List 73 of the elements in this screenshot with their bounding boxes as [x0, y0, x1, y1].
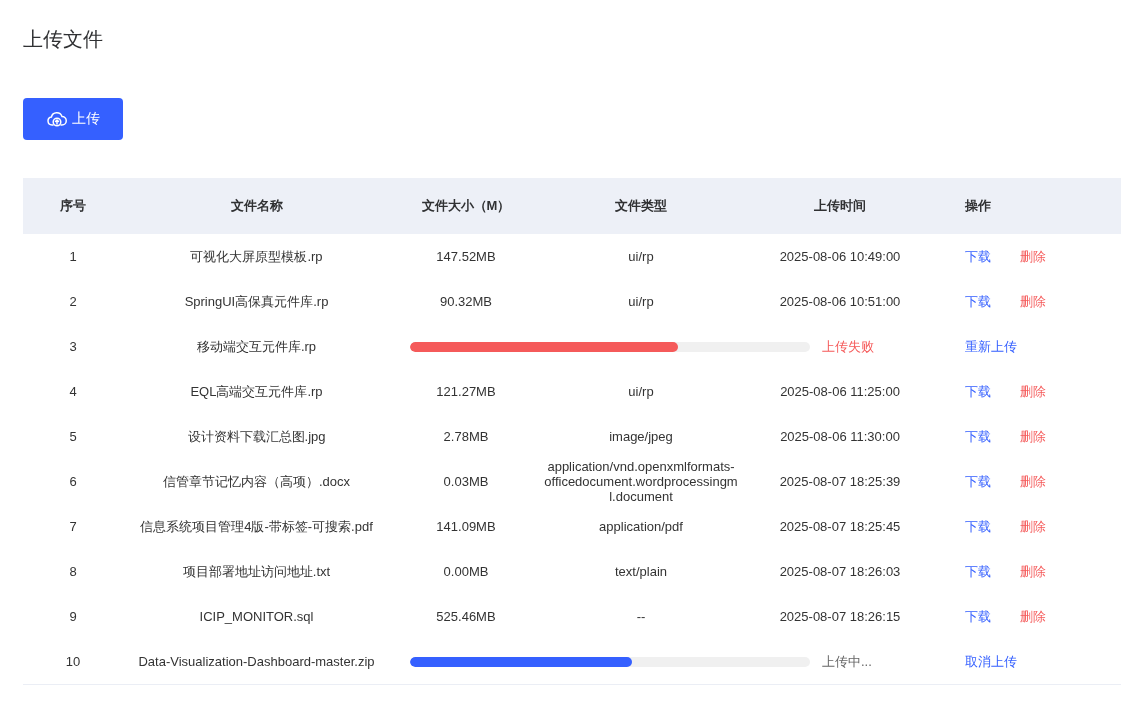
table-cell: 2025-08-06 11:25:00 — [780, 384, 900, 399]
action-link[interactable]: 下载 — [965, 472, 991, 491]
delete-link[interactable]: 删除 — [1020, 472, 1046, 491]
table-cell: 2025-08-07 18:26:03 — [779, 564, 901, 579]
table-cell: 8 — [69, 564, 77, 579]
delete-link[interactable]: 删除 — [1020, 292, 1046, 311]
column-header: 文件类型 — [615, 198, 667, 213]
table-cell: application/vnd.openxmlformats-officedocument.wordprocessingml.document — [544, 459, 738, 504]
column-header: 文件大小（M） — [421, 198, 511, 213]
table-cell: 2025-08-06 10:49:00 — [779, 249, 901, 264]
action-link[interactable]: 下载 — [965, 382, 991, 401]
action-link[interactable]: 下载 — [965, 247, 991, 266]
table-cell: 2.78MB — [443, 429, 489, 444]
table-cell: 147.52MB — [436, 249, 496, 264]
table-cell: 可视化大屏原型模板.rp — [190, 248, 323, 264]
table-cell: 信息系统项目管理4版-带标签-可搜索.pdf — [140, 518, 373, 534]
column-header: 操作 — [965, 198, 991, 213]
delete-link[interactable]: 删除 — [1020, 517, 1046, 536]
table-cell: Data-Visualization-Dashboard-master.zip — [138, 654, 375, 669]
table-cell: 5 — [69, 429, 77, 444]
table-cell: 0.03MB — [443, 474, 489, 489]
table-cell: 2025-08-06 11:30:00 — [780, 429, 900, 444]
table-cell: 项目部署地址访问地址.txt — [182, 563, 331, 579]
table-cell: 3 — [69, 339, 77, 354]
table-cell: 90.32MB — [439, 294, 492, 309]
action-link[interactable]: 下载 — [965, 607, 991, 626]
action-link[interactable]: 下载 — [965, 517, 991, 536]
table-cell: 信管章节记忆内容（高项）.docx — [162, 473, 351, 489]
table-cell: 0.00MB — [443, 564, 489, 579]
cloud-upload-icon — [46, 111, 67, 127]
upload-status: 上传中... — [822, 652, 872, 671]
table-cell: 2025-08-07 18:26:15 — [779, 609, 901, 624]
table-cell: -- — [636, 609, 646, 624]
table-cell: 10 — [65, 654, 81, 669]
action-link[interactable]: 取消上传 — [965, 652, 1017, 671]
table-cell: text/plain — [614, 564, 667, 579]
table-cell: image/jpeg — [609, 429, 673, 444]
table-cell: 4 — [69, 384, 77, 399]
table-cell: ui/rp — [628, 384, 654, 399]
action-link[interactable]: 下载 — [965, 427, 991, 446]
upload-button[interactable]: 上传 — [23, 98, 123, 140]
table-cell: ICIP_MONITOR.sql — [199, 609, 314, 624]
delete-link[interactable]: 删除 — [1020, 382, 1046, 401]
table-cell: 121.27MB — [436, 384, 496, 399]
table-cell: 2025-08-07 18:25:45 — [779, 519, 901, 534]
action-link[interactable]: 下载 — [965, 562, 991, 581]
table-cell: 2025-08-06 10:51:00 — [779, 294, 901, 309]
table-cell: 设计资料下载汇总图.jpg — [187, 428, 326, 444]
column-header: 文件名称 — [230, 198, 283, 213]
delete-link[interactable]: 删除 — [1020, 607, 1046, 626]
table-cell: 7 — [69, 519, 77, 534]
table-cell: 2 — [69, 294, 77, 309]
table-cell: ui/rp — [628, 249, 654, 264]
table-cell: ui/rp — [628, 294, 654, 309]
table-cell: 1 — [69, 249, 77, 264]
page-title: 上传文件 — [23, 27, 104, 52]
column-header: 序号 — [60, 198, 86, 213]
action-link[interactable]: 重新上传 — [965, 337, 1017, 356]
upload-status: 上传失败 — [822, 337, 874, 356]
delete-link[interactable]: 删除 — [1020, 562, 1046, 581]
action-link[interactable]: 下载 — [965, 292, 991, 311]
table-cell: 2025-08-07 18:25:39 — [779, 474, 901, 489]
table-cell: EQL高端交互元件库.rp — [190, 383, 323, 399]
table-cell: SpringUI高保真元件库.rp — [184, 293, 329, 309]
table-cell: application/pdf — [599, 519, 683, 534]
table-cell: 移动端交互元件库.rp — [196, 338, 317, 354]
column-header: 上传时间 — [814, 198, 866, 213]
delete-link[interactable]: 删除 — [1020, 427, 1046, 446]
table-cell: 141.09MB — [436, 519, 496, 534]
table-cell: 525.46MB — [436, 609, 496, 624]
table-cell: 9 — [69, 609, 77, 624]
table-cell: 6 — [69, 474, 77, 489]
delete-link[interactable]: 删除 — [1020, 247, 1046, 266]
